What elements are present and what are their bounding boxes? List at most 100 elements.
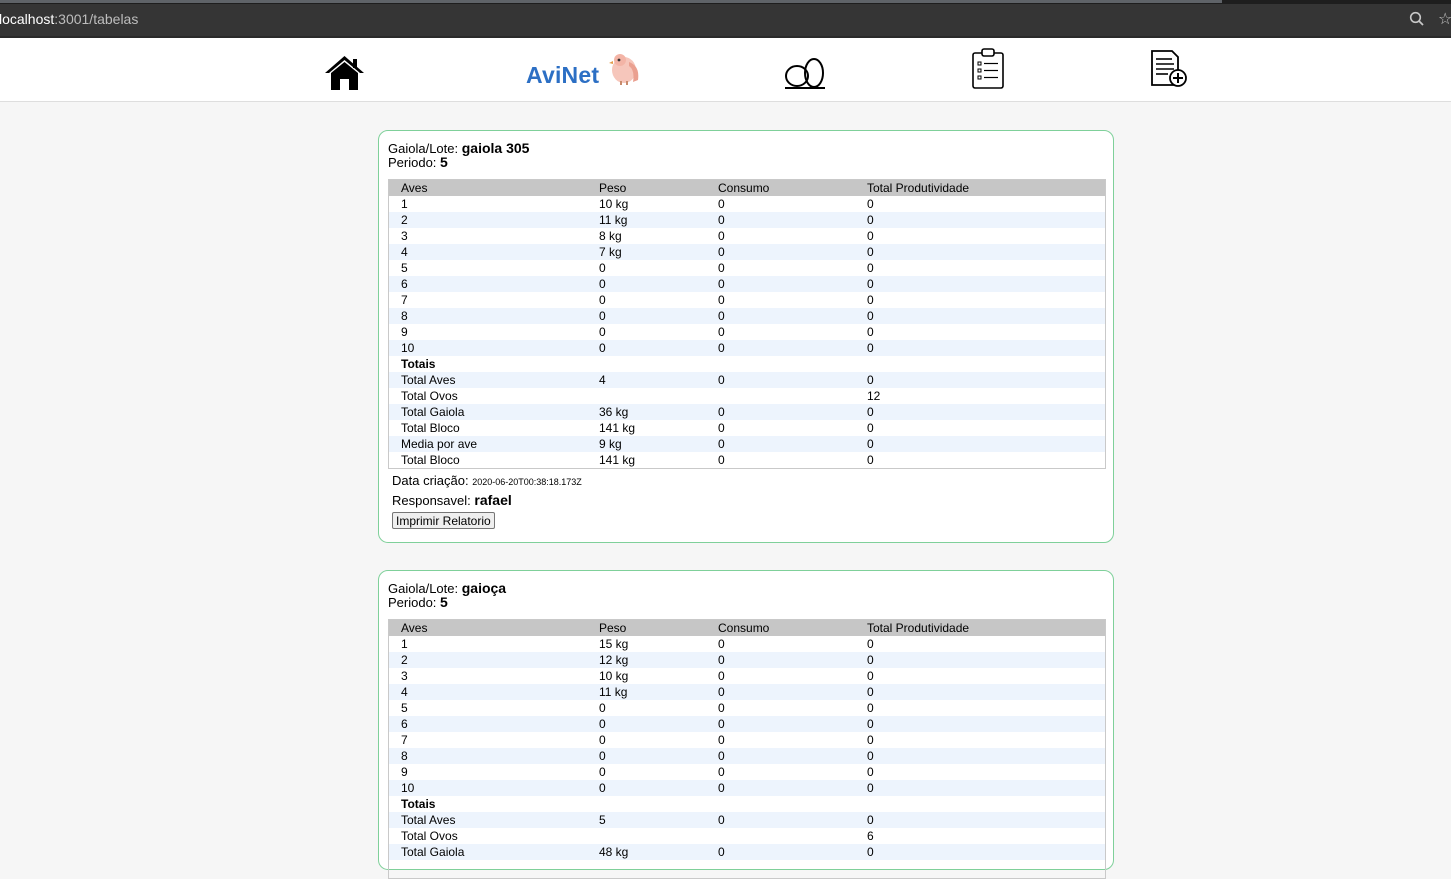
- bird-logo-icon: [609, 54, 639, 85]
- table-cell: Totais: [401, 797, 436, 811]
- table-row: 8 0 0 0: [389, 308, 1105, 324]
- table-cell: 0: [718, 405, 725, 419]
- table-cell: 0: [599, 701, 606, 715]
- table-header-row: Aves Peso Consumo Total Produtividade: [389, 180, 1105, 196]
- table-cell: 0: [867, 245, 874, 259]
- table-cell: 0: [718, 685, 725, 699]
- table-cell: 8: [401, 749, 408, 763]
- periodo-line: Periodo: 5: [388, 155, 448, 170]
- table-cell: 0: [867, 653, 874, 667]
- table-cell: 15 kg: [599, 637, 629, 651]
- table-cell: 0: [867, 309, 874, 323]
- table-cell: 5: [599, 813, 606, 827]
- table-cell: 0: [867, 685, 874, 699]
- zoom-icon[interactable]: [1408, 10, 1426, 28]
- loading-progress: [0, 0, 1222, 3]
- table-cell: 48 kg: [599, 845, 629, 859]
- responsavel-value: rafael: [474, 492, 512, 508]
- periodo-line: Periodo: 5: [388, 595, 448, 610]
- table-cell: 36 kg: [599, 405, 629, 419]
- table-cell: 0: [718, 749, 725, 763]
- gaiola-value: gaioça: [461, 580, 507, 596]
- table-cell: Total Bloco: [401, 453, 460, 467]
- print-report-button[interactable]: Imprimir Relatorio: [392, 512, 495, 529]
- table-cell: 10: [401, 341, 415, 355]
- table-cell: 4: [401, 685, 408, 699]
- table-row: 3 10 kg 0 0: [389, 668, 1105, 684]
- table-cell: 9: [401, 765, 408, 779]
- table-cell: Aves: [401, 181, 428, 195]
- eggs-icon[interactable]: [784, 56, 826, 91]
- report-card: Gaiola/Lote: gaioça Periodo: 5 Aves Peso C…: [378, 570, 1114, 879]
- url-text[interactable]: localhost:3001/tabelas: [0, 11, 138, 27]
- table-cell: Media por ave: [401, 437, 478, 451]
- data-criacao-line: Data criação: 2020-06-20T00:38:18.173Z: [392, 473, 582, 488]
- table-cell: 6: [401, 717, 408, 731]
- totals-row: Total Ovos 12: [389, 388, 1105, 404]
- bookmark-star-icon[interactable]: ☆: [1438, 9, 1451, 29]
- table-cell: 0: [718, 653, 725, 667]
- table-cell: 0: [599, 733, 606, 747]
- table-cell: Consumo: [718, 181, 770, 195]
- table-cell: 8: [401, 309, 408, 323]
- table-cell: Consumo: [718, 621, 770, 635]
- table-cell: 0: [599, 277, 606, 291]
- navbar: AviNet: [0, 38, 1451, 102]
- table-cell: Total Bloco: [401, 421, 460, 435]
- table-cell: 9: [401, 325, 408, 339]
- table-row: 1 15 kg 0 0: [389, 636, 1105, 652]
- table-cell: 0: [867, 437, 874, 451]
- table-row: 10 0 0 0: [389, 340, 1105, 356]
- address-bar[interactable]: localhost:3001/tabelas ☆: [0, 4, 1451, 36]
- table-cell: 0: [867, 453, 874, 467]
- home-icon[interactable]: [324, 55, 365, 91]
- table-cell: 0: [867, 293, 874, 307]
- table-cell: 0: [867, 229, 874, 243]
- clipboard-icon[interactable]: [971, 48, 1005, 90]
- table-cell: 0: [718, 733, 725, 747]
- table-cell: 10 kg: [599, 197, 629, 211]
- add-report-icon[interactable]: [1150, 50, 1188, 88]
- table-cell: 0: [867, 749, 874, 763]
- table-cell: 0: [599, 341, 606, 355]
- table-row: 2 12 kg 0 0: [389, 652, 1105, 668]
- responsavel-line: Responsavel: rafael: [392, 492, 512, 508]
- table-cell: 3: [401, 229, 408, 243]
- table-cell: 0: [718, 453, 725, 467]
- table-cell: 2: [401, 653, 408, 667]
- table-row: 2 11 kg 0 0: [389, 212, 1105, 228]
- table-cell: 0: [718, 437, 725, 451]
- table-cell: 0: [867, 277, 874, 291]
- table-row: 4 7 kg 0 0: [389, 244, 1105, 260]
- table-cell: 8 kg: [599, 229, 622, 243]
- totals-row: Total Bloco 141 kg 0 0: [389, 452, 1105, 468]
- table-cell: 10 kg: [599, 669, 629, 683]
- report-table: Aves Peso Consumo Total Produtividade 1 15 kg…: [388, 619, 1106, 879]
- table-cell: 0: [599, 261, 606, 275]
- data-criacao-label: Data criação:: [392, 473, 469, 488]
- table-cell: 0: [599, 717, 606, 731]
- table-cell: 0: [867, 845, 874, 859]
- table-row: 4 11 kg 0 0: [389, 684, 1105, 700]
- table-cell: Totais: [401, 357, 436, 371]
- table-cell: 11 kg: [599, 213, 628, 227]
- table-cell: Total Gaiola: [401, 405, 465, 419]
- periodo-value: 5: [440, 594, 448, 610]
- table-cell: 10: [401, 781, 415, 795]
- table-cell: 0: [867, 261, 874, 275]
- table-cell: Total Ovos: [401, 829, 458, 843]
- report-card: Gaiola/Lote: gaiola 305 Periodo: 5 Aves P…: [378, 130, 1114, 543]
- table-cell: Total Aves: [401, 373, 456, 387]
- table-row: 5 0 0 0: [389, 700, 1105, 716]
- table-cell: 0: [718, 341, 725, 355]
- table-row: 6 0 0 0: [389, 716, 1105, 732]
- table-cell: 7: [401, 293, 408, 307]
- brand-logo-text[interactable]: AviNet: [526, 62, 599, 89]
- table-cell: 4: [599, 373, 606, 387]
- table-cell: 0: [867, 733, 874, 747]
- totals-row: Total Aves 5 0 0: [389, 812, 1105, 828]
- table-cell: 0: [718, 765, 725, 779]
- table-cell: Aves: [401, 621, 428, 635]
- table-cell: Total Gaiola: [401, 845, 465, 859]
- table-cell: 12: [867, 389, 881, 403]
